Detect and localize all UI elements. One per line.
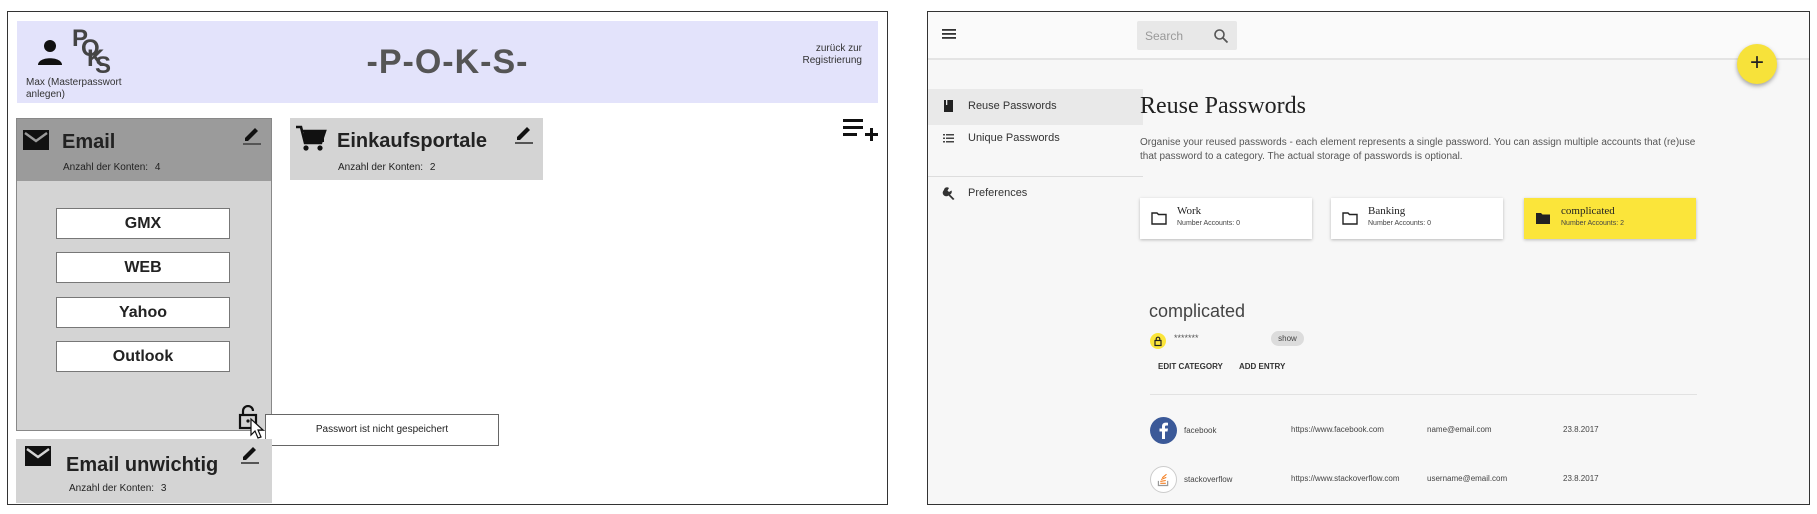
unlocked-lock-icon[interactable] <box>238 405 268 439</box>
back-to-registration-link[interactable]: zurück zur Registrierung <box>782 43 862 67</box>
poks-mockup: P O K S Max (Masterpasswort anlegen) -P-… <box>7 11 888 505</box>
account-count-value: 2 <box>429 162 436 173</box>
category-card-email[interactable]: Email Anzahl der Konten: 4 GMX WEB Yahoo… <box>16 118 272 439</box>
folder-outline-icon <box>1342 212 1358 225</box>
category-count: Number Accounts: 0 <box>1177 220 1241 227</box>
entry-date: 23.8.2017 <box>1563 425 1599 434</box>
search-icon[interactable] <box>1213 28 1229 44</box>
nav-item-unique-passwords[interactable]: Unique Passwords <box>928 121 1143 157</box>
folder-icon <box>1536 213 1550 224</box>
entry-name: facebook <box>1184 426 1217 435</box>
account-button[interactable]: Outlook <box>56 341 230 372</box>
folder-outline-icon <box>1151 212 1167 225</box>
category-count: Number Accounts: 0 <box>1368 220 1432 227</box>
lock-icon <box>1154 336 1162 347</box>
category-name: Work <box>1177 205 1202 217</box>
hamburger-menu-icon[interactable] <box>941 26 959 42</box>
category-count: Number Accounts: 2 <box>1561 220 1625 227</box>
facebook-icon <box>1150 417 1177 444</box>
account-count: Anzahl der Konten: 4 <box>63 162 160 173</box>
nav-label: Reuse Passwords <box>968 100 1057 112</box>
nav-item-preferences[interactable]: Preferences <box>928 176 1143 212</box>
selected-category-title: complicated <box>1149 301 1246 321</box>
wrench-icon <box>942 187 955 200</box>
category-title: Email unwichtig <box>66 454 219 476</box>
reuse-passwords-mockup: Search + Reuse Passwords Unique Password… <box>927 11 1810 505</box>
lock-badge <box>1150 333 1166 349</box>
category-name: Banking <box>1368 205 1406 217</box>
edit-pencil-icon[interactable] <box>514 122 534 144</box>
account-count-label: Anzahl der Konten: <box>63 162 149 173</box>
entry-row[interactable]: facebook https://www.facebook.com name@e… <box>1150 412 1697 448</box>
category-header[interactable]: Email Anzahl der Konten: 4 <box>17 119 271 181</box>
facebook-f-icon <box>1159 422 1168 439</box>
header-bar: P O K S Max (Masterpasswort anlegen) -P-… <box>17 21 878 103</box>
account-count-value: 4 <box>154 162 161 173</box>
entry-username: username@email.com <box>1427 474 1508 483</box>
book-icon <box>944 100 953 112</box>
entry-username: name@email.com <box>1427 425 1492 434</box>
account-count: Anzahl der Konten: 2 <box>338 162 435 173</box>
page-title: Reuse Passwords <box>1140 93 1306 119</box>
stackoverflow-logo-icon <box>1157 473 1169 487</box>
category-name: complicated <box>1561 205 1615 217</box>
show-password-button[interactable]: show <box>1271 331 1304 346</box>
app-title: -P-O-K-S- <box>366 43 529 81</box>
account-count: Anzahl der Konten: 3 <box>69 483 166 494</box>
category-card-work[interactable]: Work Number Accounts: 0 <box>1140 198 1312 239</box>
edit-pencil-icon[interactable] <box>242 123 262 145</box>
category-title: Email <box>62 131 116 153</box>
top-bar: Search <box>928 12 1809 60</box>
edit-category-button[interactable]: EDIT CATEGORY <box>1158 362 1223 371</box>
account-button[interactable]: WEB <box>56 252 230 283</box>
password-mask: ******* <box>1174 333 1199 343</box>
envelope-icon <box>25 446 51 466</box>
entry-url[interactable]: https://www.stackoverflow.com <box>1291 474 1399 483</box>
entry-date: 23.8.2017 <box>1563 474 1599 483</box>
entry-url[interactable]: https://www.facebook.com <box>1291 425 1384 434</box>
shopping-cart-icon <box>296 125 327 151</box>
nav-label: Unique Passwords <box>968 132 1060 144</box>
category-title: Einkaufsportale <box>337 130 488 152</box>
page-description: Organise your reused passwords - each el… <box>1140 137 1696 162</box>
nav-item-reuse-passwords[interactable]: Reuse Passwords <box>928 89 1143 125</box>
search-input[interactable]: Search <box>1137 21 1237 50</box>
account-count-value: 3 <box>160 483 167 494</box>
add-list-icon[interactable] <box>843 115 879 145</box>
category-card-einkaufsportale[interactable]: Einkaufsportale Anzahl der Konten: 2 <box>290 118 543 180</box>
entry-row[interactable]: stackoverflow https://www.stackoverflow.… <box>1150 461 1697 497</box>
envelope-icon <box>23 130 49 150</box>
edit-pencil-icon[interactable] <box>240 442 260 464</box>
add-button[interactable]: + <box>1737 44 1777 84</box>
list-divider <box>1150 394 1697 395</box>
category-card-complicated[interactable]: complicated Number Accounts: 2 <box>1524 198 1696 239</box>
account-count-label: Anzahl der Konten: <box>69 483 155 494</box>
search-placeholder: Search <box>1145 29 1184 43</box>
account-count-label: Anzahl der Konten: <box>338 162 424 173</box>
password-not-saved-tooltip: Passwort ist nicht gespeichert <box>265 414 499 446</box>
nav-label: Preferences <box>968 187 1028 199</box>
entry-name: stackoverflow <box>1184 475 1233 484</box>
category-card-email-unwichtig[interactable]: Email unwichtig Anzahl der Konten: 3 <box>16 439 272 503</box>
account-button[interactable]: Yahoo <box>56 297 230 328</box>
stackoverflow-icon <box>1150 466 1177 493</box>
account-button[interactable]: GMX <box>56 208 230 239</box>
list-icon <box>943 134 954 143</box>
add-entry-button[interactable]: ADD ENTRY <box>1239 362 1285 371</box>
category-card-banking[interactable]: Banking Number Accounts: 0 <box>1331 198 1503 239</box>
